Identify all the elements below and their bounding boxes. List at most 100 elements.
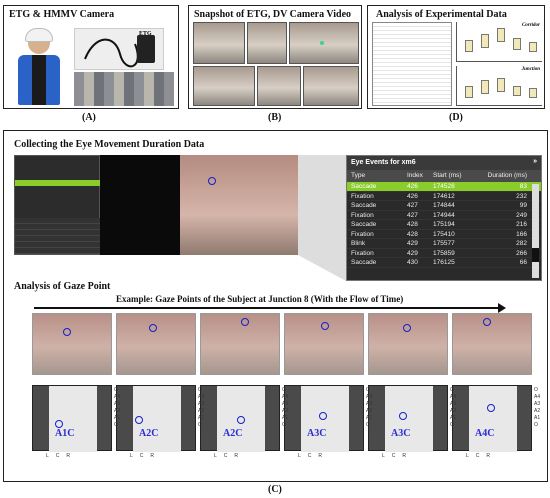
video-frame — [257, 66, 301, 106]
collapse-icon[interactable]: » — [533, 158, 537, 165]
gaze-area-label: A1C — [55, 428, 75, 439]
gaze-point-icon — [399, 412, 407, 420]
axis-c: C — [55, 453, 60, 459]
box — [465, 86, 473, 98]
side-label: A2 — [198, 408, 205, 414]
cell-duration: 266 — [516, 249, 527, 257]
side-label: A1 — [450, 415, 457, 421]
eye-events-rows: Saccade 426 174528 83 Fixation 426 174612 232 … — [347, 182, 541, 268]
cell-index: 429 — [407, 240, 418, 247]
box — [481, 80, 489, 94]
table-row[interactable]: Fixation 428 175410 166 — [347, 230, 541, 239]
gaze-photo — [284, 313, 364, 375]
corridor — [385, 386, 433, 452]
cell-duration: 66 — [519, 259, 527, 266]
scrollbar[interactable] — [532, 184, 539, 278]
cell-start: 174612 — [433, 192, 455, 200]
cell-type: Saccade — [351, 259, 377, 266]
side-label: A3 — [198, 401, 205, 407]
axis-c: C — [139, 453, 144, 459]
box — [497, 78, 505, 92]
gaze-marker-icon — [320, 41, 324, 45]
panel-a: ETG & HMMV Camera ETG — [3, 5, 179, 109]
cell-index: 427 — [407, 202, 418, 209]
col-index[interactable]: Index — [407, 172, 433, 180]
side-label: A4 — [282, 394, 289, 400]
axis-l: L — [130, 453, 133, 459]
cell-duration: 249 — [516, 211, 527, 219]
axis-c: C — [223, 453, 228, 459]
cell-start: 174844 — [433, 202, 455, 209]
video-frame — [180, 155, 298, 255]
axis-l: L — [382, 453, 385, 459]
box — [497, 28, 505, 42]
video-frame — [193, 66, 255, 106]
gaze-point-icon — [487, 404, 495, 412]
chart2-label: Junction — [521, 67, 540, 72]
chart1-label: Corridor — [521, 23, 540, 28]
boxplot-corridor: Corridor — [456, 22, 542, 62]
axis-r: R — [150, 453, 154, 459]
video-player[interactable] — [100, 155, 298, 255]
axis-r: R — [402, 453, 406, 459]
cell-start: 175410 — [433, 230, 455, 238]
video-mosaic — [74, 72, 174, 106]
side-label: A4 — [450, 394, 457, 400]
gaze-point-icon — [55, 420, 63, 428]
data-table — [372, 22, 452, 106]
table-row[interactable]: Saccade 428 175194 216 — [347, 220, 541, 230]
gaze-area-label: A3C — [391, 428, 411, 439]
cell-duration: 282 — [516, 240, 527, 247]
table-row[interactable]: Saccade 430 176125 66 — [347, 258, 541, 268]
caption-a: (A) — [82, 112, 96, 123]
side-label: A4 — [114, 394, 121, 400]
video-frame — [247, 22, 287, 64]
gaze-point-icon — [321, 322, 329, 330]
axis-r: R — [66, 453, 70, 459]
gaze-point-icon — [63, 328, 71, 336]
side-label: O — [450, 422, 454, 428]
side-label: O — [282, 422, 286, 428]
side-label: A1 — [282, 415, 289, 421]
cell-index: 428 — [407, 230, 418, 238]
table-row[interactable]: Blink 429 175577 282 — [347, 239, 541, 249]
side-label: A1 — [366, 415, 373, 421]
cell-start: 174944 — [433, 211, 455, 219]
gaze-photo — [32, 313, 112, 375]
eye-events-title: Eye Events for xm6 » — [347, 156, 541, 170]
axis-r: R — [234, 453, 238, 459]
side-label: A2 — [534, 408, 541, 414]
side-label: O — [114, 387, 118, 393]
table-row[interactable]: Saccade 426 174528 83 — [347, 182, 541, 192]
panel-d: Analysis of Experimental Data Corridor J… — [367, 5, 545, 109]
gaze-photo — [116, 313, 196, 375]
side-label: A3 — [450, 401, 457, 407]
side-label: O — [114, 422, 118, 428]
side-label: O — [534, 387, 538, 393]
cell-type: Fixation — [351, 192, 374, 200]
scrollbar-thumb[interactable] — [532, 248, 539, 262]
time-arrow — [34, 304, 506, 312]
gaze-photo — [452, 313, 532, 375]
axis-l: L — [46, 453, 49, 459]
side-label: A1 — [198, 415, 205, 421]
side-label: A2 — [450, 408, 457, 414]
side-label: O — [282, 387, 286, 393]
col-duration[interactable]: Duration (ms) — [481, 172, 527, 180]
etg-device-photo: ETG — [74, 28, 164, 70]
junction-diagram: A3C — [284, 385, 364, 452]
cell-duration: 166 — [516, 230, 527, 238]
side-label: A3 — [534, 401, 541, 407]
table-row[interactable]: Fixation 429 175859 266 — [347, 249, 541, 258]
table-row[interactable]: Saccade 427 174844 99 — [347, 201, 541, 211]
col-start[interactable]: Start (ms) — [433, 172, 481, 180]
caption-b: (B) — [268, 112, 282, 123]
side-labels: O A4 A3 A2 A1 O — [366, 387, 372, 429]
side-label: A4 — [198, 394, 205, 400]
cell-type: Fixation — [351, 249, 374, 257]
table-row[interactable]: Fixation 426 174612 232 — [347, 192, 541, 201]
axis-labels: L C R — [130, 453, 154, 459]
axis-l: L — [298, 453, 301, 459]
table-row[interactable]: Fixation 427 174944 249 — [347, 211, 541, 220]
col-type[interactable]: Type — [351, 172, 407, 180]
